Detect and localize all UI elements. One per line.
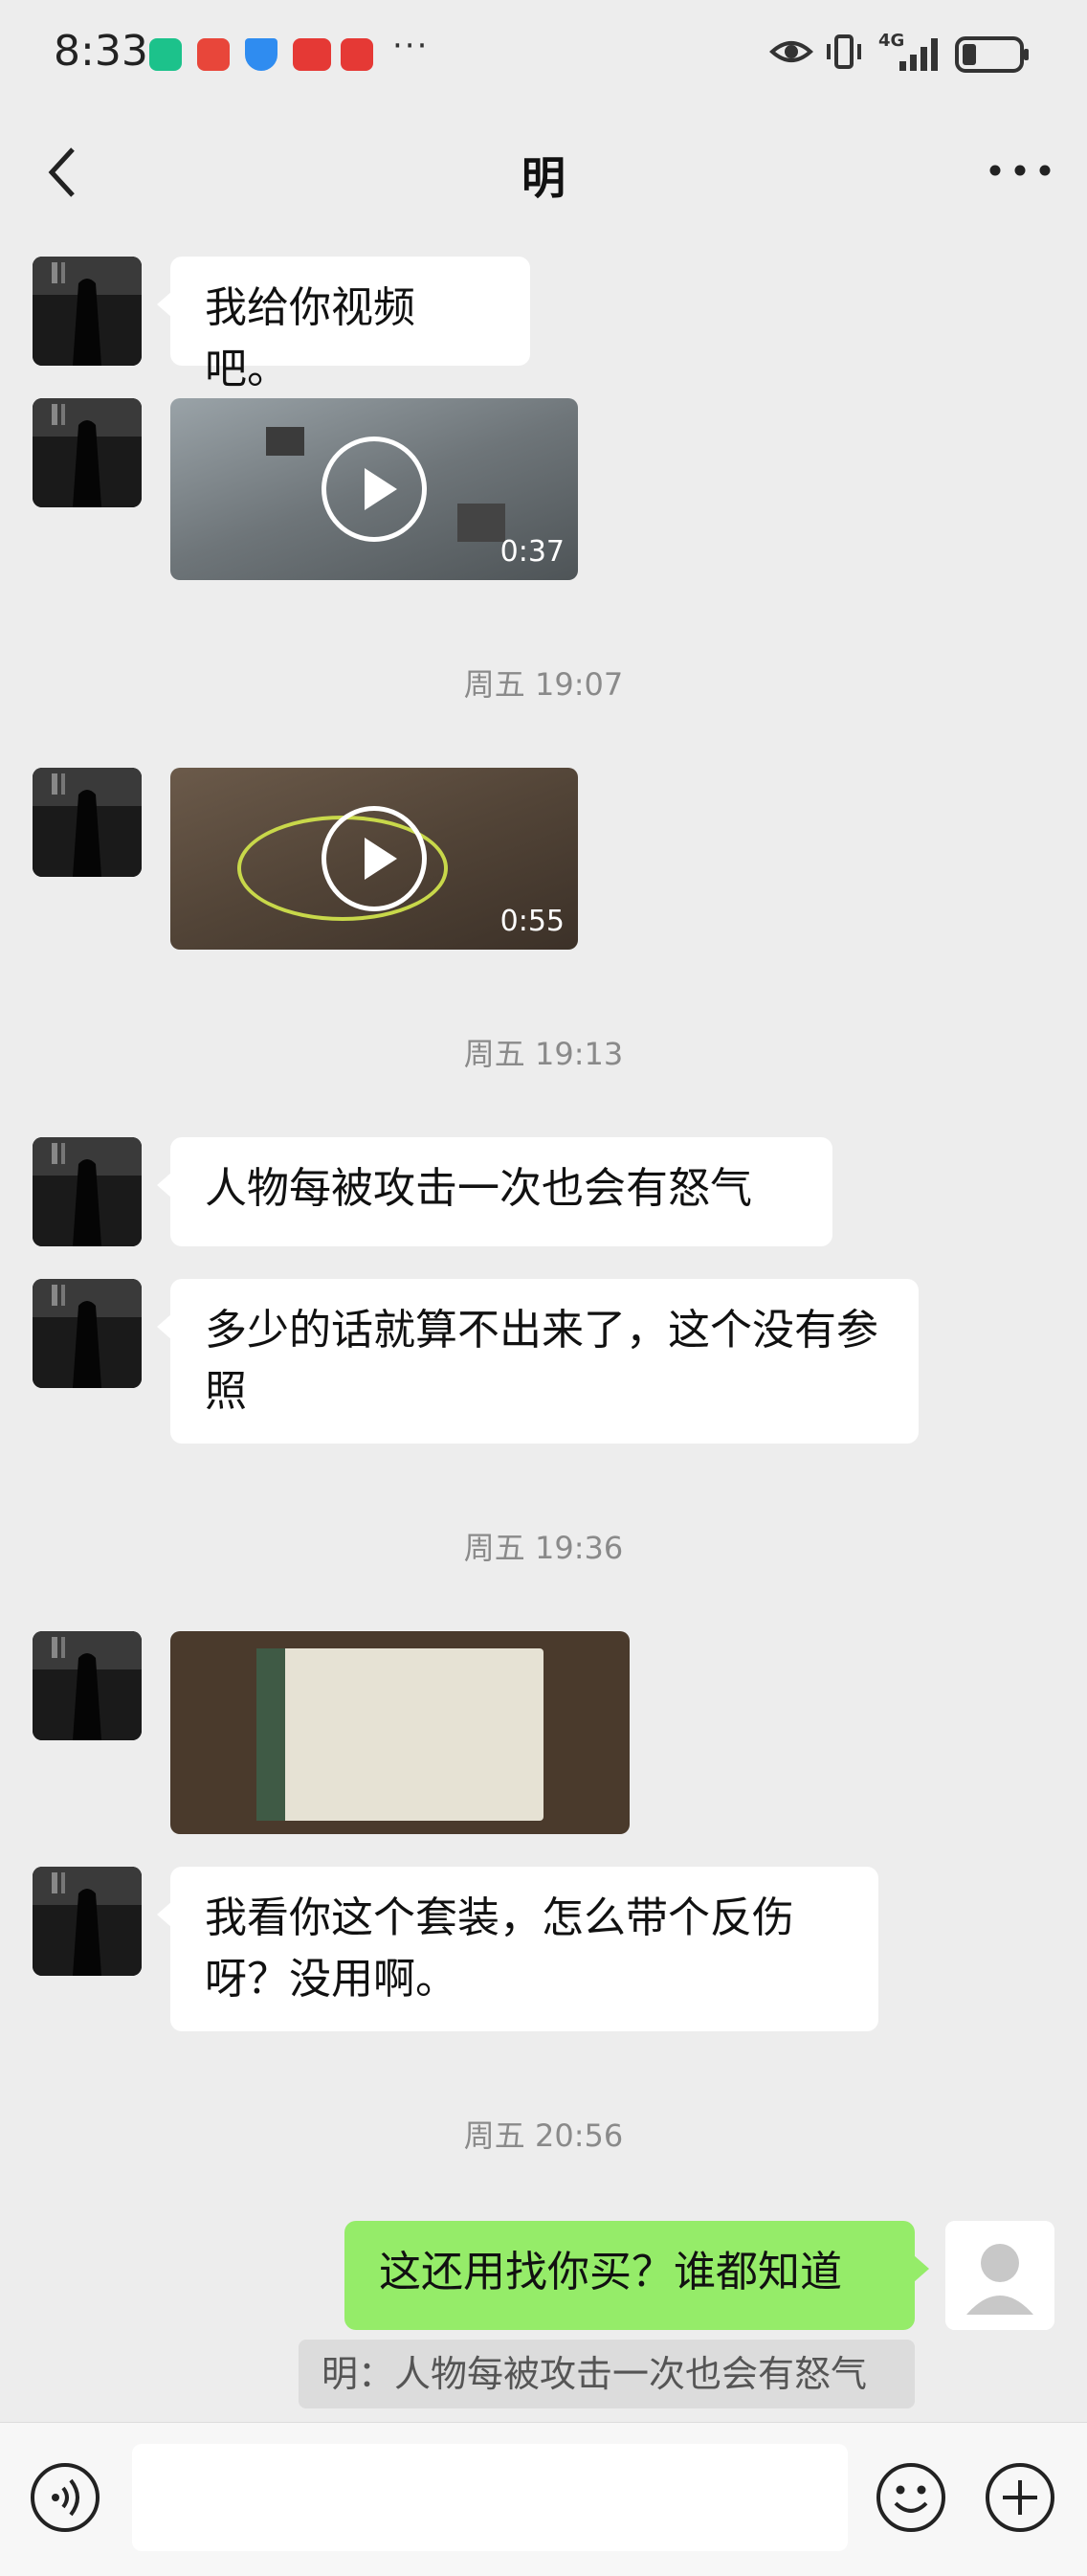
contact-avatar[interactable]	[33, 257, 142, 366]
play-icon[interactable]	[322, 437, 427, 542]
news-notification-icon	[293, 38, 331, 71]
message-bubble[interactable]: 我看你这个套装，怎么带个反伤呀？没用啊。	[157, 1867, 878, 2031]
play-icon[interactable]	[322, 806, 427, 911]
video-message[interactable]: 0:37	[170, 398, 578, 580]
image-message[interactable]	[170, 1631, 630, 1834]
contact-avatar[interactable]	[33, 1867, 142, 1976]
app-notification-icon	[149, 38, 182, 71]
eye-icon	[769, 41, 813, 62]
message-bubble[interactable]: 人物每被攻击一次也会有怒气	[157, 1137, 832, 1246]
timestamp: 周五 20:56	[463, 2117, 624, 2154]
game-scene	[457, 504, 505, 542]
plus-icon[interactable]	[984, 2461, 1056, 2534]
my-avatar[interactable]	[945, 2221, 1054, 2330]
shield-notification-icon	[245, 38, 277, 71]
video-message[interactable]: 0:55	[170, 768, 578, 950]
video-duration: 0:55	[499, 905, 565, 938]
app-notification-icon	[341, 38, 373, 71]
signal-icon	[899, 38, 938, 71]
timestamp: 周五 19:36	[463, 1530, 624, 1566]
chat-title: 明	[521, 152, 566, 204]
more-notifications: ···	[392, 27, 430, 65]
my-message-bubble[interactable]: 这还用找你买？谁都知道	[344, 2221, 929, 2330]
message-input[interactable]	[132, 2444, 848, 2551]
contact-avatar[interactable]	[33, 1137, 142, 1246]
message-bubble[interactable]: 多少的话就算不出来了，这个没有参照	[157, 1279, 919, 1444]
contact-avatar[interactable]	[33, 398, 142, 507]
contact-avatar[interactable]	[33, 768, 142, 877]
status-bar: 8:33 ··· 4G	[0, 0, 1087, 105]
message-bubble[interactable]: 我给你视频吧。	[157, 257, 530, 393]
contact-avatar[interactable]	[33, 1279, 142, 1388]
timestamp: 周五 19:07	[463, 666, 624, 703]
more-dots-icon[interactable]	[982, 151, 1058, 190]
game-screenshot	[256, 1648, 285, 1821]
contact-avatar[interactable]	[33, 1631, 142, 1740]
input-bar	[0, 2422, 1087, 2576]
game-scene	[266, 427, 304, 456]
quoted-message[interactable]: 明：人物每被攻击一次也会有怒气	[299, 2340, 915, 2408]
game-screenshot	[256, 1648, 544, 1821]
chat-header: 明	[0, 105, 1087, 239]
emoji-icon[interactable]	[875, 2461, 947, 2534]
voice-icon[interactable]	[29, 2461, 101, 2534]
vibrate-icon	[827, 34, 861, 69]
battery-icon	[955, 36, 1029, 73]
video-duration: 0:37	[499, 535, 565, 569]
app-notification-icon	[197, 38, 230, 71]
status-time: 8:33	[54, 27, 148, 76]
timestamp: 周五 19:13	[463, 1036, 624, 1072]
